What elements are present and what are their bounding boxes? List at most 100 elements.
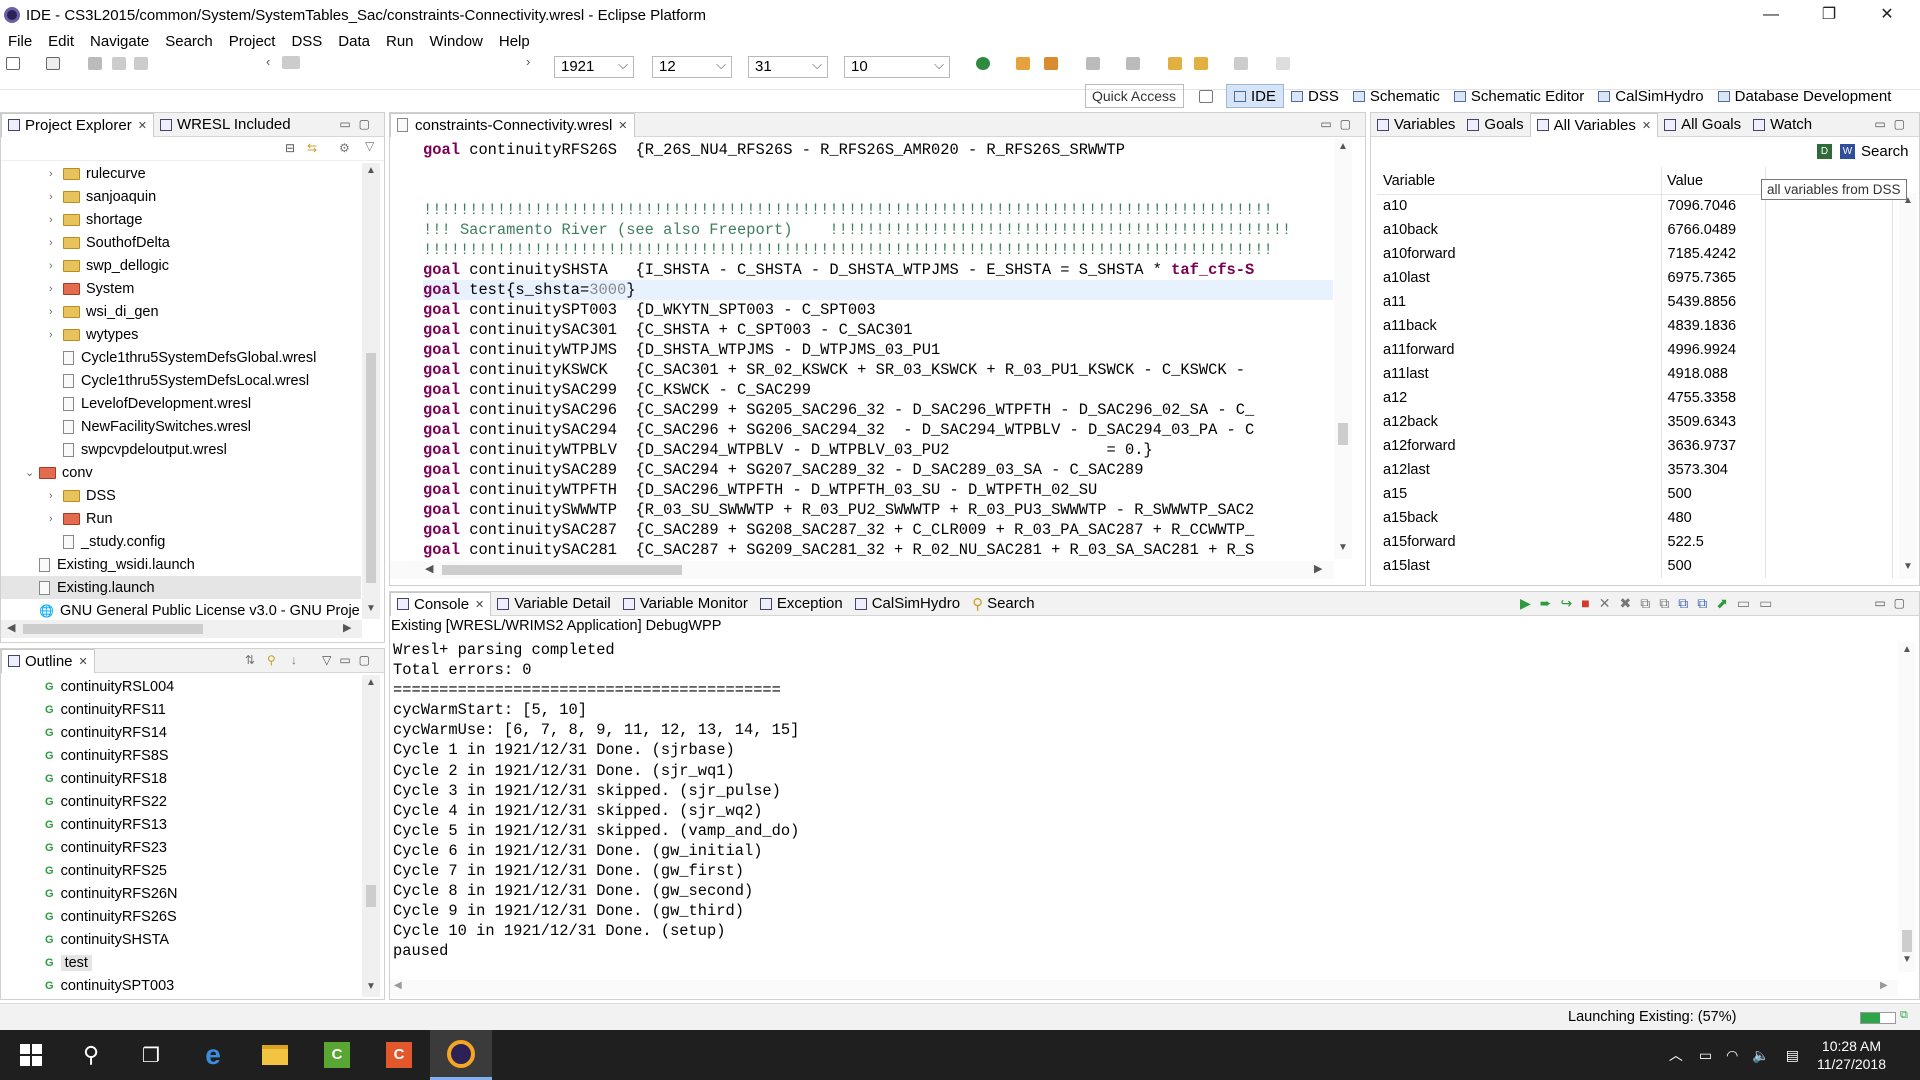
variable-row[interactable]: a10last 6975.7365 xyxy=(1377,266,1893,290)
notifications-icon[interactable]: ▤ xyxy=(1786,1047,1799,1064)
perspective-schematic-editor[interactable]: Schematic Editor xyxy=(1447,88,1591,105)
expand-right-icon[interactable]: › xyxy=(49,260,63,272)
perspective-schematic[interactable]: Schematic xyxy=(1346,88,1447,105)
close-console-icon[interactable]: ✕ xyxy=(475,598,484,611)
perspective-dss[interactable]: DSS xyxy=(1284,88,1346,105)
tree-item[interactable]: › shortage xyxy=(1,208,361,231)
perspective-database-development[interactable]: Database Development xyxy=(1711,88,1899,105)
tray-chevron-icon[interactable]: ︿ xyxy=(1669,1045,1683,1065)
tab-variables[interactable]: Variables xyxy=(1371,113,1461,137)
tab-watch[interactable]: Watch xyxy=(1747,113,1818,137)
tree-item[interactable]: › wsi_di_gen xyxy=(1,300,361,323)
outline-item[interactable]: Gtest xyxy=(1,951,361,974)
expand-down-icon[interactable]: ⌄ xyxy=(25,466,39,479)
wifi-icon[interactable]: ◠ xyxy=(1726,1047,1738,1064)
tree-item[interactable]: NewFacilitySwitches.wresl xyxy=(1,415,361,438)
expand-right-icon[interactable]: › xyxy=(49,237,63,249)
display-console-icon[interactable]: ▭ xyxy=(1737,595,1759,611)
open-type-icon[interactable] xyxy=(46,57,60,70)
variables-min-max-icon[interactable]: ▭▢ xyxy=(1874,117,1913,131)
menu-help[interactable]: Help xyxy=(491,33,538,50)
outline-item[interactable]: GcontinuityRFS26S xyxy=(1,905,361,928)
tab-editor-file[interactable]: constraints-Connectivity.wresl ✕ xyxy=(390,112,635,137)
print-icon[interactable] xyxy=(134,57,148,70)
variables-vscrollbar[interactable]: ▲ ▼ xyxy=(1899,193,1917,579)
tree-item[interactable]: Cycle1thru5SystemDefsGlobal.wresl xyxy=(1,346,361,369)
outline-item[interactable]: GcontinuityRFS23 xyxy=(1,836,361,859)
close-all-variables-icon[interactable]: ✕ xyxy=(1642,119,1651,132)
camtasia-red-button[interactable]: C xyxy=(368,1030,430,1080)
alpha-sort-icon[interactable]: ↓ xyxy=(291,653,297,667)
expand-right-icon[interactable]: › xyxy=(49,283,63,295)
back-icon[interactable] xyxy=(1194,57,1208,70)
file-explorer-button[interactable] xyxy=(244,1030,306,1080)
save-icon[interactable] xyxy=(88,57,102,70)
menu-dss[interactable]: DSS xyxy=(283,33,330,50)
variable-row[interactable]: a11back 4839.1836 xyxy=(1377,314,1893,338)
view-menu-icon[interactable]: ▽ xyxy=(365,139,374,153)
tab-outline[interactable]: Outline ✕ xyxy=(1,648,95,673)
perspective-ide[interactable]: IDE xyxy=(1226,84,1285,108)
tree-item[interactable]: _study.config xyxy=(1,530,361,553)
editor-min-max-icon[interactable]: ▭▢ xyxy=(1320,117,1359,131)
quick-access-field[interactable]: Quick Access xyxy=(1085,84,1184,108)
variable-row[interactable]: a15back 480 xyxy=(1377,506,1893,530)
forward-icon[interactable] xyxy=(1234,57,1248,70)
tree-item[interactable]: › sanjoaquin xyxy=(1,185,361,208)
variable-row[interactable]: a12forward 3636.9737 xyxy=(1377,434,1893,458)
tree-item[interactable]: › rulecurve xyxy=(1,162,361,185)
outline-item[interactable]: GcontinuityRFS26N xyxy=(1,882,361,905)
variable-row[interactable]: a10back 6766.0489 xyxy=(1377,218,1893,242)
remove-all-icon[interactable]: ✖ xyxy=(1619,595,1640,611)
tab-all-goals[interactable]: All Goals xyxy=(1658,113,1747,137)
perspective-calsimhydro[interactable]: CalSimHydro xyxy=(1591,88,1710,105)
back-arrow-icon[interactable]: ‹ xyxy=(266,54,270,69)
explorer-hscrollbar[interactable]: ◀ ▶ xyxy=(1,620,362,638)
tab-console[interactable]: Console ✕ xyxy=(390,591,492,616)
pin-console-icon[interactable]: ⬈ xyxy=(1716,595,1737,611)
cycle-combo[interactable]: 10 xyxy=(844,55,950,78)
restore-button[interactable]: ❐ xyxy=(1800,0,1858,30)
progress-view-icon[interactable]: ⧉ xyxy=(1900,1009,1908,1022)
outline-item[interactable]: GcontinuityRFS18 xyxy=(1,767,361,790)
tree-item[interactable]: › wytypes xyxy=(1,323,361,346)
tree-item[interactable]: › swp_dellogic xyxy=(1,254,361,277)
new-icon[interactable] xyxy=(6,57,20,70)
link-editor-icon[interactable]: ⇆ xyxy=(307,141,317,155)
console-min-max-icon[interactable]: ▭▢ xyxy=(1874,596,1913,610)
outline-item[interactable]: GcontinuitySPT003 xyxy=(1,974,361,995)
expand-right-icon[interactable]: › xyxy=(49,490,63,502)
remove-launch-icon[interactable]: ✕ xyxy=(1599,595,1620,611)
run-icon[interactable] xyxy=(976,57,990,70)
column-variable[interactable]: Variable xyxy=(1383,173,1435,189)
tree-item[interactable]: 🌐 GNU General Public License v3.0 - GNU P… xyxy=(1,599,361,619)
variable-row[interactable]: a15forward 522.5 xyxy=(1377,530,1893,554)
console-vscrollbar[interactable]: ▲ ▼ xyxy=(1898,642,1916,972)
tree-item[interactable]: swpcvpdeloutput.wresl xyxy=(1,438,361,461)
console-output[interactable]: Wresl+ parsing completed Total errors: 0 =… xyxy=(393,640,1893,970)
expand-right-icon[interactable]: › xyxy=(49,191,63,203)
expand-right-icon[interactable]: › xyxy=(49,214,63,226)
volume-icon[interactable]: 🔈 xyxy=(1752,1047,1769,1064)
expand-right-icon[interactable]: › xyxy=(49,329,63,341)
tree-item[interactable]: › System xyxy=(1,277,361,300)
expand-right-icon[interactable]: › xyxy=(49,168,63,180)
tree-item[interactable]: LevelofDevelopment.wresl xyxy=(1,392,361,415)
outline-item[interactable]: GcontinuitySHSTA xyxy=(1,928,361,951)
tab-goals[interactable]: Goals xyxy=(1461,113,1529,137)
scroll-lock-icon[interactable]: ⧉ xyxy=(1640,595,1659,611)
filter-icon[interactable]: ⚲ xyxy=(267,653,276,667)
pin-icon[interactable] xyxy=(1276,57,1290,70)
search-taskbar-button[interactable]: ⚲ xyxy=(60,1030,122,1080)
menu-file[interactable]: File xyxy=(0,33,40,50)
menu-run[interactable]: Run xyxy=(378,33,422,50)
open-console-icon[interactable]: ▭ xyxy=(1759,595,1781,611)
tab-variable-detail[interactable]: Variable Detail xyxy=(491,592,616,616)
outline-item[interactable]: GcontinuityRSL004 xyxy=(1,675,361,698)
tab-project-explorer[interactable]: Project Explorer ✕ xyxy=(1,112,154,137)
tree-item[interactable]: › SouthofDelta xyxy=(1,231,361,254)
variable-row[interactable]: a10forward 7185.4242 xyxy=(1377,242,1893,266)
outline-item[interactable]: GcontinuityRFS13 xyxy=(1,813,361,836)
sort-icon[interactable]: ⇅ xyxy=(245,653,255,667)
open-perspective-icon[interactable] xyxy=(1199,90,1213,103)
